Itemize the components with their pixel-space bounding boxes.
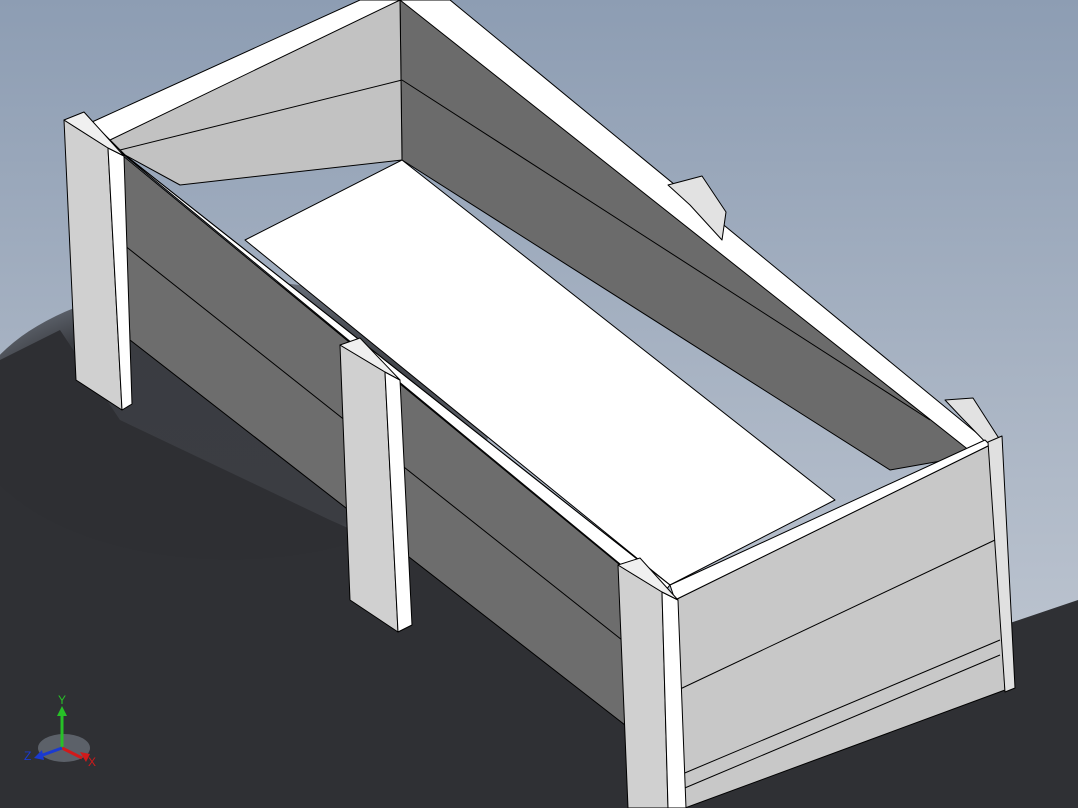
triad-x-label: X — [88, 755, 96, 769]
graphics-viewport[interactable]: Y X Z — [0, 0, 1078, 808]
triad-y-arrow — [57, 706, 67, 716]
model-view[interactable] — [0, 0, 1078, 808]
reference-triad: Y X Z — [24, 693, 96, 769]
triad-z-label: Z — [24, 749, 31, 763]
triad-y-label: Y — [58, 693, 66, 707]
